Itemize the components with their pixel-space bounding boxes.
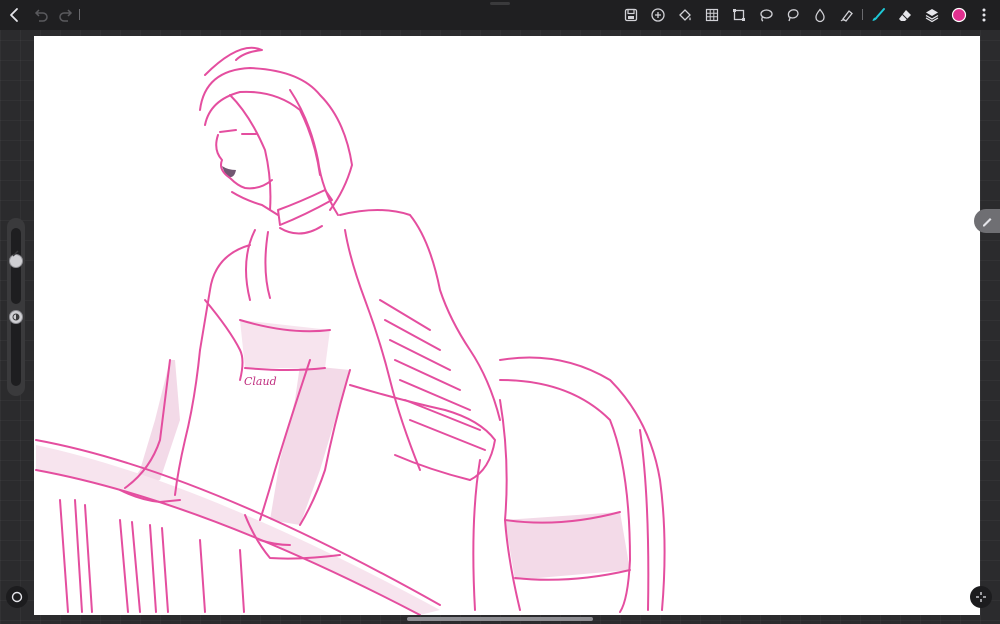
eraser-icon: [899, 10, 911, 21]
brush-icon: [872, 8, 885, 21]
transform-icon: [733, 9, 745, 21]
redo-icon: [59, 9, 73, 22]
layers-button[interactable]: [921, 4, 943, 26]
back-icon: [10, 8, 18, 22]
lasso-button[interactable]: [755, 4, 777, 26]
save-button[interactable]: [620, 4, 642, 26]
layers-icon: [925, 9, 939, 23]
blur-icon: [815, 8, 825, 23]
pencil-icon: [12, 250, 19, 257]
add-button[interactable]: [647, 4, 669, 26]
window-grabber[interactable]: [490, 2, 510, 5]
more-button[interactable]: [973, 4, 995, 26]
opacity-icon: [12, 313, 20, 321]
grid-icon: [705, 8, 719, 22]
undo-icon: [34, 9, 48, 22]
pencil-icon: [983, 218, 992, 227]
brush-size-slider[interactable]: [9, 228, 23, 304]
lasso-fill-icon: [787, 9, 799, 22]
fill-bucket-button[interactable]: [674, 4, 696, 26]
more-icon: [982, 8, 986, 22]
circle-icon: [11, 591, 23, 603]
smudge-icon: [840, 10, 853, 22]
edge-tool-tab[interactable]: [974, 209, 1000, 233]
eraser-button[interactable]: [894, 4, 916, 26]
lasso-icon: [760, 9, 773, 22]
save-icon: [624, 8, 638, 22]
drawing-canvas[interactable]: Claud: [34, 36, 980, 615]
fullscreen-button[interactable]: [970, 586, 992, 608]
fullscreen-icon: [976, 592, 986, 602]
lasso-fill-button[interactable]: [782, 4, 804, 26]
toolbar-divider: [79, 9, 80, 20]
smudge-button[interactable]: [836, 4, 858, 26]
signature: Claud: [244, 375, 277, 388]
home-indicator[interactable]: [407, 617, 593, 621]
undo-button[interactable]: [30, 4, 52, 26]
fill-bucket-icon: [679, 9, 691, 21]
sketch-artwork: Claud: [35, 46, 666, 615]
color-swatch-icon: [951, 7, 967, 23]
redo-button[interactable]: [55, 4, 77, 26]
color-swatch[interactable]: [948, 4, 970, 26]
add-icon: [651, 8, 665, 22]
opacity-slider[interactable]: [9, 310, 23, 386]
blur-button[interactable]: [809, 4, 831, 26]
top-toolbar: [0, 0, 1000, 30]
transform-button[interactable]: [728, 4, 750, 26]
quick-menu-button[interactable]: [6, 586, 28, 608]
brush-sidebar: [7, 218, 25, 396]
brush-button[interactable]: [867, 4, 889, 26]
back-button[interactable]: [4, 4, 26, 26]
toolbar-divider: [862, 9, 863, 20]
grid-button[interactable]: [701, 4, 723, 26]
